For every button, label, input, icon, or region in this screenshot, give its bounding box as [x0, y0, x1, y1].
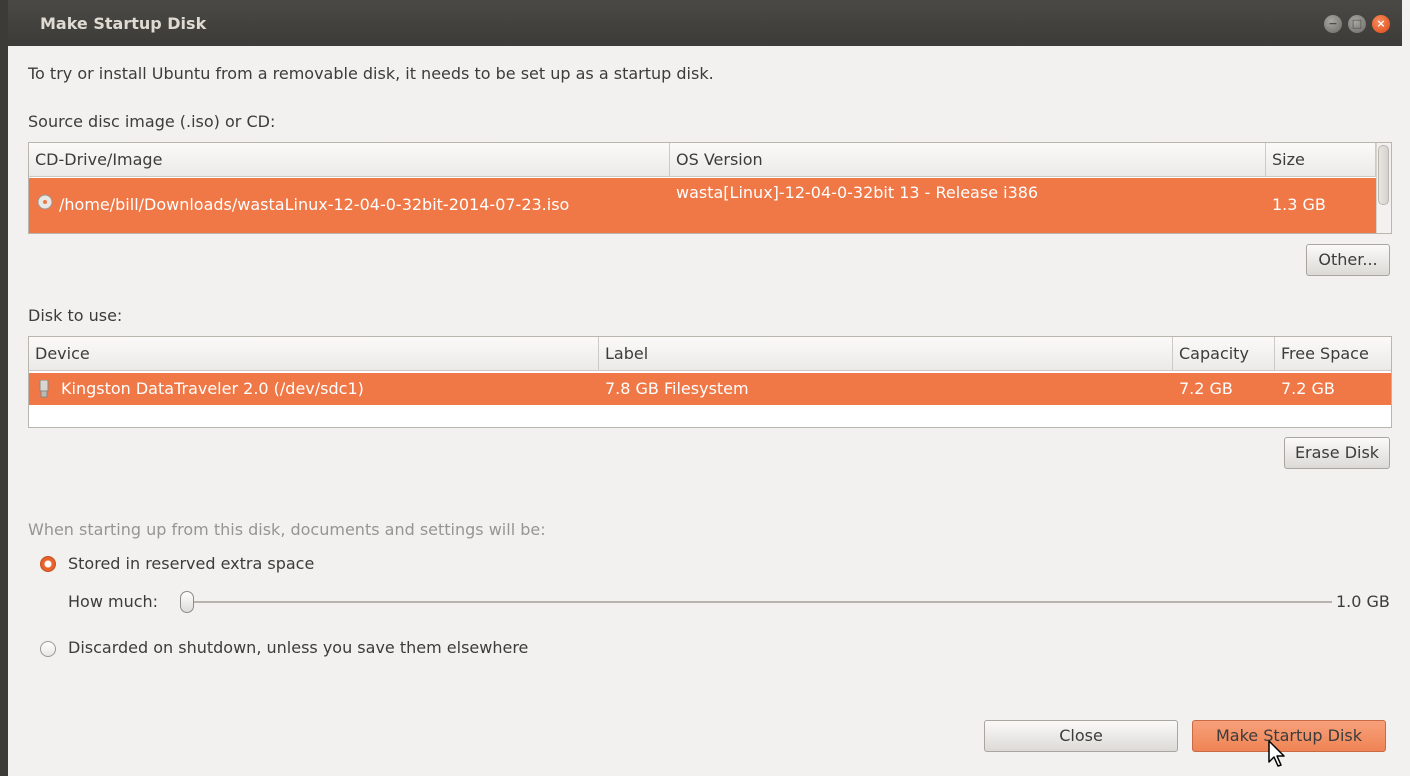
make-startup-disk-button[interactable]: Make Startup Disk — [1192, 720, 1386, 752]
radio-discarded-label[interactable]: Discarded on shutdown, unless you save t… — [68, 638, 528, 657]
column-header-capacity[interactable]: Capacity — [1173, 337, 1275, 371]
source-image-path: /home/bill/Downloads/wastaLinux-12-04-0-… — [59, 195, 570, 214]
column-header-image[interactable]: CD-Drive/Image — [29, 143, 670, 177]
disk-list[interactable]: Device Label Capacity Free Space Kingsto… — [28, 336, 1392, 428]
source-list[interactable]: CD-Drive/Image OS Version Size /home/bil… — [28, 142, 1392, 234]
scrollbar-thumb[interactable] — [1378, 145, 1389, 205]
window-frame-edge — [0, 0, 8, 776]
disk-free-space: 7.2 GB — [1281, 379, 1335, 398]
disk-label: Disk to use: — [28, 306, 123, 325]
disc-icon — [37, 194, 53, 214]
disk-label-value: 7.8 GB Filesystem — [605, 379, 749, 398]
title-bar[interactable]: Make Startup Disk − □ × — [8, 0, 1402, 46]
column-header-device[interactable]: Device — [29, 337, 599, 371]
close-window-icon[interactable]: × — [1372, 15, 1390, 33]
column-header-free-space[interactable]: Free Space — [1275, 337, 1391, 371]
column-header-label[interactable]: Label — [599, 337, 1173, 371]
source-os-version: wasta[Linux]-12-04-0-32bit 13 - Release … — [676, 183, 1039, 202]
source-row[interactable]: /home/bill/Downloads/wastaLinux-12-04-0-… — [29, 178, 1376, 233]
column-header-size[interactable]: Size — [1266, 143, 1376, 177]
source-scrollbar[interactable] — [1376, 143, 1391, 233]
disk-device: Kingston DataTraveler 2.0 (/dev/sdc1) — [61, 379, 364, 398]
close-button[interactable]: Close — [984, 720, 1178, 752]
mouse-pointer-icon — [1268, 740, 1288, 772]
disk-row[interactable]: Kingston DataTraveler 2.0 (/dev/sdc1) 7.… — [29, 373, 1391, 405]
column-header-os-version[interactable]: OS Version — [670, 143, 1266, 177]
minimize-icon[interactable]: − — [1324, 15, 1342, 33]
radio-stored-label[interactable]: Stored in reserved extra space — [68, 554, 314, 573]
window-title: Make Startup Disk — [40, 14, 207, 33]
how-much-slider[interactable] — [182, 601, 1332, 603]
usb-drive-icon — [39, 379, 49, 402]
radio-discarded[interactable] — [40, 641, 56, 657]
source-label: Source disc image (.iso) or CD: — [28, 112, 276, 131]
persistence-heading: When starting up from this disk, documen… — [28, 520, 546, 539]
disk-capacity: 7.2 GB — [1179, 379, 1233, 398]
make-startup-disk-window: Make Startup Disk − □ × To try or instal… — [0, 0, 1410, 776]
intro-text: To try or install Ubuntu from a removabl… — [28, 64, 714, 83]
how-much-value: 1.0 GB — [1336, 592, 1390, 611]
radio-stored[interactable] — [40, 556, 56, 572]
maximize-icon[interactable]: □ — [1348, 15, 1366, 33]
how-much-label: How much: — [68, 592, 159, 611]
other-button[interactable]: Other... — [1306, 244, 1390, 276]
source-size: 1.3 GB — [1272, 195, 1326, 214]
erase-disk-button[interactable]: Erase Disk — [1284, 437, 1390, 469]
slider-knob[interactable] — [180, 591, 194, 613]
